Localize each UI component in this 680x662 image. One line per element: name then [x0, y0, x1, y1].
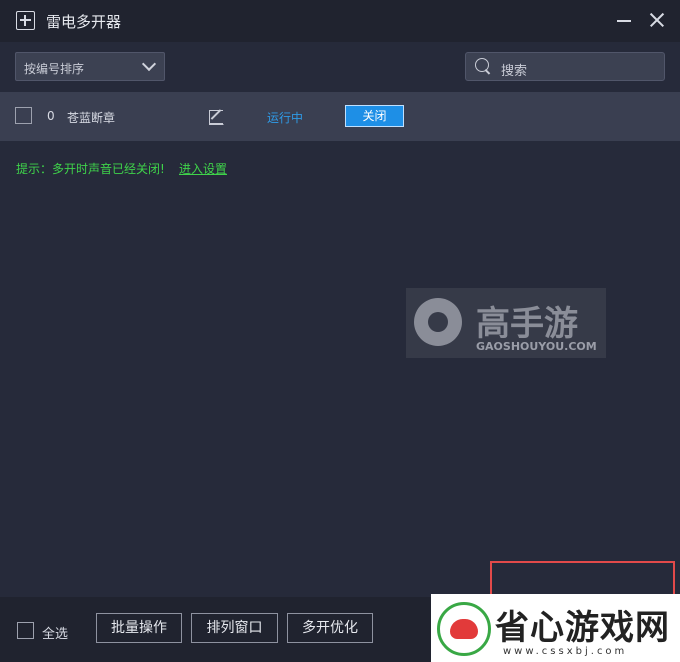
select-all-checkbox[interactable] [17, 622, 34, 639]
add-window-icon [16, 11, 35, 30]
multi-optimize-button[interactable]: 多开优化 [287, 613, 373, 643]
close-icon[interactable] [647, 10, 667, 30]
search-icon [475, 58, 491, 74]
watermark-main-text: 高手游 [476, 304, 578, 344]
edit-icon[interactable] [208, 107, 226, 125]
sound-hint-text: 提示：多开时声音已经关闭! [16, 162, 165, 176]
badge-url: www.cssxbj.com [503, 646, 628, 657]
settings-link[interactable]: 进入设置 [179, 160, 227, 177]
instance-checkbox[interactable] [15, 107, 32, 124]
search-placeholder: 搜索 [501, 64, 528, 79]
sort-dropdown[interactable]: 按编号排序 [15, 52, 165, 81]
crab-logo-icon [437, 602, 491, 656]
instance-index: 0 [47, 109, 55, 123]
search-input[interactable]: 搜索 [465, 52, 665, 81]
arrange-windows-button[interactable]: 排列窗口 [191, 613, 278, 643]
window-title: 雷电多开器 [46, 13, 122, 31]
badge-title: 省心游戏网 [495, 608, 670, 648]
select-all-label: 全选 [42, 627, 69, 642]
instance-status: 运行中 [267, 111, 304, 125]
watermark-sub-text: GAOSHOUYOU.COM [476, 340, 597, 353]
table-row: 0 苍蓝断章 运行中 [0, 92, 680, 141]
title-bar: 雷电多开器 [0, 0, 680, 42]
sort-selected-value: 按编号排序 [24, 62, 85, 76]
instance-name: 苍蓝断章 [67, 111, 116, 125]
gaoshouyou-watermark: 高手游 GAOSHOUYOU.COM [406, 288, 606, 358]
site-watermark-badge: 省心游戏网 www.cssxbj.com [431, 594, 680, 662]
batch-operation-button[interactable]: 批量操作 [96, 613, 182, 643]
close-instance-button[interactable]: 关闭 [345, 105, 404, 127]
watermark-logo-icon [414, 298, 462, 346]
chevron-down-icon [141, 56, 157, 72]
minimize-icon[interactable] [614, 10, 634, 30]
